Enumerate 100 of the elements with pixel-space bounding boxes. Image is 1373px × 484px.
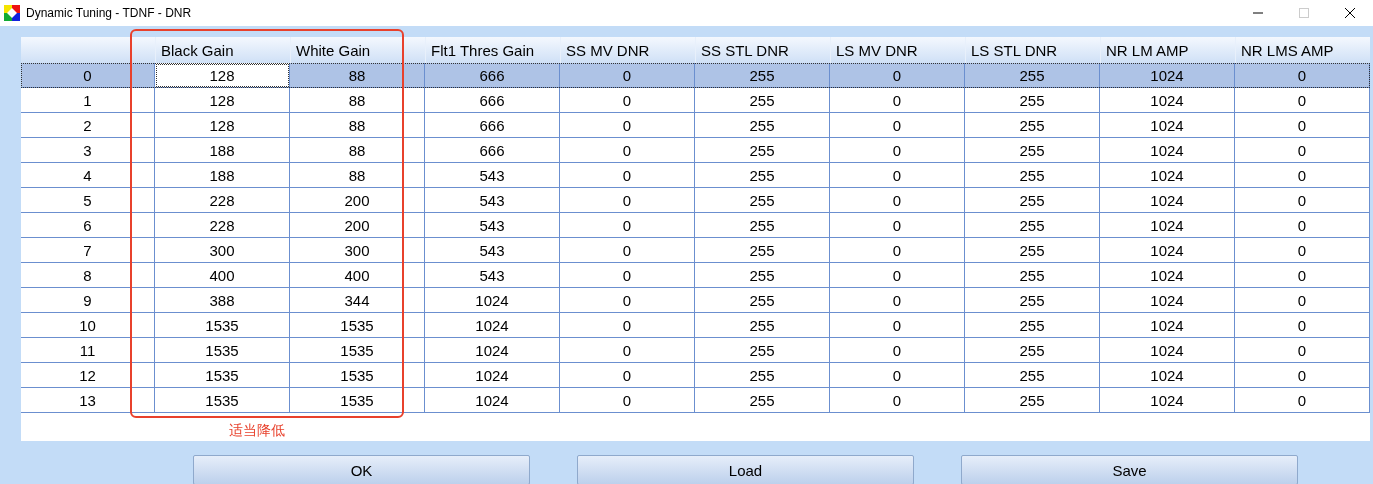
table-cell[interactable]: 255 [695, 363, 830, 388]
table-cell[interactable]: 0 [1235, 163, 1370, 188]
table-cell[interactable]: 255 [695, 113, 830, 138]
table-cell[interactable]: 255 [965, 238, 1100, 263]
table-cell[interactable]: 0 [1235, 363, 1370, 388]
table-cell[interactable]: 1024 [425, 288, 560, 313]
table-cell[interactable]: 88 [290, 88, 425, 113]
table-cell[interactable]: 0 [560, 188, 695, 213]
row-header[interactable]: 1 [21, 88, 155, 113]
table-cell[interactable]: 0 [1235, 188, 1370, 213]
table-cell[interactable]: 188 [155, 163, 290, 188]
row-header[interactable]: 13 [21, 388, 155, 413]
table-cell[interactable]: 88 [290, 163, 425, 188]
table-cell[interactable]: 1535 [155, 313, 290, 338]
table-cell[interactable]: 255 [695, 163, 830, 188]
table-cell[interactable]: 543 [425, 188, 560, 213]
table-cell[interactable]: 0 [560, 88, 695, 113]
table-cell[interactable]: 1024 [1100, 338, 1235, 363]
table-cell[interactable]: 1024 [1100, 313, 1235, 338]
table-cell[interactable]: 543 [425, 163, 560, 188]
table-cell[interactable]: 255 [965, 113, 1100, 138]
table-cell[interactable]: 0 [830, 363, 965, 388]
table-cell[interactable]: 543 [425, 213, 560, 238]
row-header[interactable]: 12 [21, 363, 155, 388]
dialog-button[interactable]: OK [193, 455, 530, 484]
table-cell[interactable]: 255 [965, 88, 1100, 113]
table-cell[interactable]: 0 [560, 338, 695, 363]
table-cell[interactable]: 1024 [1100, 163, 1235, 188]
table-cell[interactable]: 1535 [155, 338, 290, 363]
table-cell[interactable]: 255 [695, 313, 830, 338]
table-cell[interactable]: 255 [965, 288, 1100, 313]
table-cell[interactable]: 1535 [290, 313, 425, 338]
table-cell[interactable]: 0 [1235, 388, 1370, 413]
table-cell[interactable]: 0 [830, 163, 965, 188]
table-cell[interactable]: 255 [965, 313, 1100, 338]
table-cell[interactable]: 1024 [425, 363, 560, 388]
table-cell[interactable]: 200 [290, 188, 425, 213]
row-header[interactable]: 6 [21, 213, 155, 238]
table-cell[interactable]: 1024 [1100, 138, 1235, 163]
table-cell[interactable]: 1024 [425, 388, 560, 413]
table-cell[interactable]: 1535 [155, 363, 290, 388]
table-cell[interactable]: 128 [155, 113, 290, 138]
table-cell[interactable]: 255 [965, 388, 1100, 413]
table-cell[interactable]: 200 [290, 213, 425, 238]
table-cell[interactable]: 255 [695, 138, 830, 163]
row-header[interactable]: 9 [21, 288, 155, 313]
table-cell[interactable]: 1535 [290, 388, 425, 413]
table-cell[interactable]: 400 [155, 263, 290, 288]
table-cell[interactable]: 1024 [1100, 263, 1235, 288]
table-cell[interactable]: 1024 [1100, 63, 1235, 88]
dialog-button[interactable]: Save [961, 455, 1298, 484]
row-header[interactable]: 7 [21, 238, 155, 263]
table-cell[interactable]: 0 [830, 188, 965, 213]
table-cell[interactable]: 88 [290, 138, 425, 163]
table-cell[interactable]: 0 [560, 388, 695, 413]
table-cell[interactable]: 1024 [425, 313, 560, 338]
table-cell[interactable]: 0 [1235, 113, 1370, 138]
table-cell[interactable]: 1024 [1100, 213, 1235, 238]
table-cell[interactable]: 0 [830, 338, 965, 363]
table-cell[interactable]: 255 [695, 388, 830, 413]
row-header[interactable]: 4 [21, 163, 155, 188]
table-cell[interactable]: 1024 [1100, 188, 1235, 213]
table-cell[interactable]: 344 [290, 288, 425, 313]
table-cell[interactable]: 128 [155, 63, 290, 88]
table-cell[interactable]: 300 [290, 238, 425, 263]
table-cell[interactable]: 255 [695, 338, 830, 363]
table-cell[interactable]: 0 [560, 63, 695, 88]
table-cell[interactable]: 0 [560, 163, 695, 188]
table-cell[interactable]: 0 [1235, 313, 1370, 338]
dialog-button[interactable]: Load [577, 455, 914, 484]
table-cell[interactable]: 388 [155, 288, 290, 313]
table-cell[interactable]: 666 [425, 138, 560, 163]
table-cell[interactable]: 1535 [290, 363, 425, 388]
table-cell[interactable]: 255 [695, 188, 830, 213]
table-cell[interactable]: 400 [290, 263, 425, 288]
table-cell[interactable]: 1024 [1100, 288, 1235, 313]
table-cell[interactable]: 543 [425, 238, 560, 263]
table-cell[interactable]: 255 [965, 163, 1100, 188]
table-cell[interactable]: 0 [1235, 338, 1370, 363]
table-cell[interactable]: 0 [560, 363, 695, 388]
table-cell[interactable]: 1024 [1100, 113, 1235, 138]
table-cell[interactable]: 0 [560, 238, 695, 263]
table-cell[interactable]: 0 [830, 138, 965, 163]
table-cell[interactable]: 0 [1235, 63, 1370, 88]
table-cell[interactable]: 255 [965, 338, 1100, 363]
table-cell[interactable]: 88 [290, 63, 425, 88]
table-cell[interactable]: 0 [560, 213, 695, 238]
row-header[interactable]: 2 [21, 113, 155, 138]
table-cell[interactable]: 1024 [425, 338, 560, 363]
row-header[interactable]: 5 [21, 188, 155, 213]
table-cell[interactable]: 666 [425, 88, 560, 113]
table-cell[interactable]: 0 [830, 288, 965, 313]
table-cell[interactable]: 0 [560, 138, 695, 163]
table-cell[interactable]: 0 [560, 113, 695, 138]
table-cell[interactable]: 188 [155, 138, 290, 163]
table-cell[interactable]: 1535 [290, 338, 425, 363]
table-cell[interactable]: 228 [155, 188, 290, 213]
close-icon[interactable] [1344, 7, 1356, 19]
table-cell[interactable]: 0 [830, 213, 965, 238]
table-cell[interactable]: 1024 [1100, 88, 1235, 113]
